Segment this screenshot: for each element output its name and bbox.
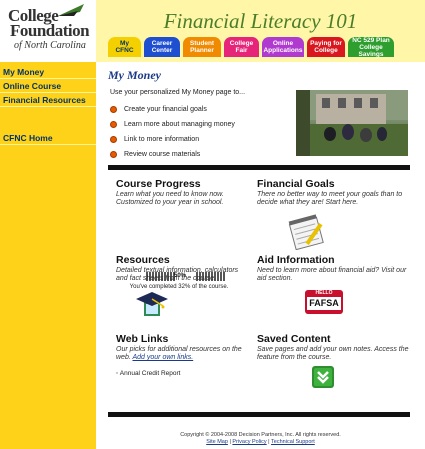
web-links-title[interactable]: Web Links <box>116 333 168 345</box>
list-item-text: Review course materials <box>124 151 201 158</box>
sidebar-item-label: CFNC Home <box>3 133 53 143</box>
bullet-icon <box>110 106 117 113</box>
logo-line-2: Foundation <box>10 21 90 40</box>
logo-line-3: of North Carolina <box>14 40 86 51</box>
header-bar: Financial Literacy 101 My CFNC Career Cent… <box>96 0 425 62</box>
graduation-cap-icon[interactable] <box>135 290 169 320</box>
tab-my-cfnc[interactable]: My CFNC <box>108 37 141 57</box>
list-item: Create your financial goals <box>110 105 235 117</box>
financial-goals-desc: There no better way to meet your goals t… <box>257 191 403 206</box>
list-item: Link to more information <box>110 135 235 147</box>
fafsa-badge-text: FAFSA <box>307 297 341 310</box>
resources-title[interactable]: Resources <box>116 254 170 266</box>
intro-text: Use your personalized My Money page to..… <box>110 89 246 96</box>
students-photo-graphic <box>296 90 408 156</box>
fafsa-badge-hello: HELLO <box>315 290 333 296</box>
saved-content-check-icon[interactable] <box>312 366 334 388</box>
tab-online-applications[interactable]: Online Applications <box>262 37 304 57</box>
sidebar-item-cfnc-home[interactable]: CFNC Home <box>0 132 96 145</box>
tab-label-line1: Career <box>151 40 173 47</box>
course-progress-desc: Learn what you need to know now. Customi… <box>116 191 224 206</box>
divider <box>108 412 410 417</box>
web-link-annual-credit-report[interactable]: Annual Credit Report <box>120 370 181 377</box>
list-item[interactable]: ◦ Annual Credit Report <box>116 370 180 377</box>
sidebar-item-my-money[interactable]: My Money <box>0 66 96 79</box>
aid-information-title[interactable]: Aid Information <box>257 254 335 266</box>
sidebar-item-financial-resources[interactable]: Financial Resources <box>0 94 96 107</box>
site-logo[interactable]: College Foundation of North Carolina <box>0 0 97 62</box>
financial-goals-title[interactable]: Financial Goals <box>257 178 335 190</box>
divider <box>108 165 410 170</box>
sidebar-item-online-course[interactable]: Online Course <box>0 80 96 93</box>
page-title: My Money <box>108 68 161 82</box>
list-item-text: Link to more information <box>124 136 200 143</box>
sidebar: My Money Online Course Financial Resourc… <box>0 62 96 449</box>
footer-link-privacy-policy[interactable]: Privacy Policy <box>232 439 266 445</box>
web-links-desc: Our picks for additional resources on th… <box>116 346 246 362</box>
copyright-text: Copyright © 2004-2008 Decision Partners,… <box>180 432 341 438</box>
tab-label-line1: Student <box>189 40 215 47</box>
footer-link-site-map[interactable]: Site Map <box>206 439 228 445</box>
bullet-icon <box>110 136 117 143</box>
tab-college-fair[interactable]: College Fair <box>224 37 259 57</box>
list-item: Review course materials <box>110 150 235 162</box>
saved-content-title[interactable]: Saved Content <box>257 333 331 345</box>
sidebar-item-label: My Money <box>3 67 45 77</box>
tab-label-line2: Center <box>151 47 173 54</box>
tab-nc-529-plan[interactable]: NC 529 Plan College Savings <box>348 36 394 58</box>
sidebar-item-label: Financial Resources <box>3 95 86 105</box>
tab-label-line2: Applications <box>263 47 303 54</box>
logo-swoosh-icon <box>58 4 84 16</box>
tab-label-line2: Planner <box>190 47 214 54</box>
course-progress-title[interactable]: Course Progress <box>116 178 201 190</box>
tab-label-line2: Fair <box>235 47 248 54</box>
tab-label-line1: NC 529 Plan <box>352 36 390 44</box>
tab-career-center[interactable]: Career Center <box>144 37 180 57</box>
tab-label-line1: Paying for <box>310 40 342 47</box>
feature-list: Create your financial goals Learn more a… <box>110 105 235 165</box>
sidebar-item-label: Online Course <box>3 81 62 91</box>
bullet-icon <box>110 121 117 128</box>
saved-content-desc: Save pages and add your own notes. Acces… <box>257 346 409 361</box>
tab-student-planner[interactable]: Student Planner <box>183 37 221 57</box>
fafsa-badge[interactable]: HELLO FAFSA <box>305 290 343 314</box>
aid-information-desc: Need to learn more about financial aid? … <box>257 267 407 282</box>
tab-paying-for-college[interactable]: Paying for College <box>307 37 345 57</box>
bullet-icon <box>110 151 117 158</box>
list-item-text: Learn more about managing money <box>124 121 235 128</box>
students-photo <box>296 90 408 156</box>
site-title: Financial Literacy 101 <box>163 9 358 33</box>
tab-label-line1: My <box>119 40 130 47</box>
footer-link-technical-support[interactable]: Technical Support <box>271 439 315 445</box>
list-item-text: Create your financial goals <box>124 106 207 113</box>
tab-label-line2: College <box>314 47 338 54</box>
add-your-own-links-link[interactable]: Add your own links. <box>132 354 193 361</box>
list-item: Learn more about managing money <box>110 120 235 132</box>
notepad-pencil-icon[interactable] <box>286 214 330 250</box>
tab-label-line1: College <box>229 40 254 47</box>
footer: Copyright © 2004-2008 Decision Partners,… <box>96 432 425 446</box>
tab-label-line1: Online <box>272 40 294 47</box>
tab-label-line2: CFNC <box>115 47 134 54</box>
tab-label-line2: College Savings <box>358 43 384 58</box>
main-content: My Money Use your personalized My Money … <box>96 62 425 449</box>
resources-desc: Detailed textual information, calculator… <box>116 267 239 282</box>
